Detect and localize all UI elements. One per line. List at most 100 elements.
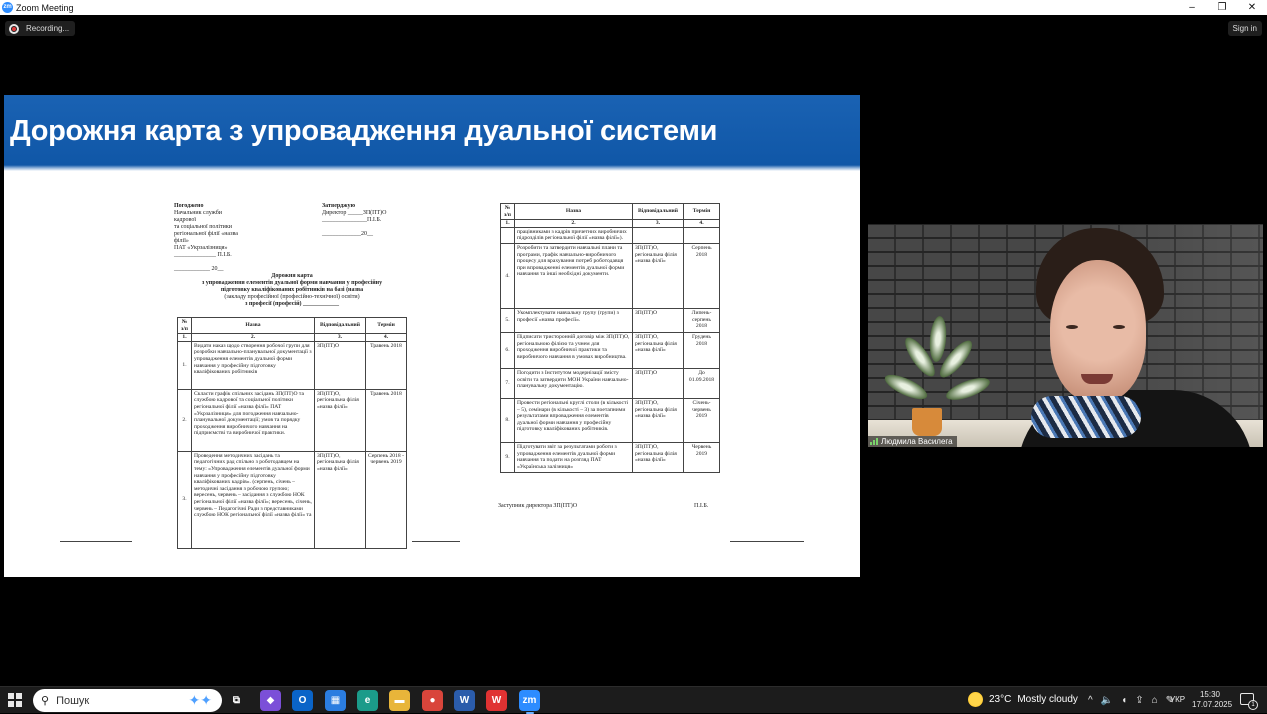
word-icon[interactable]: W bbox=[454, 690, 475, 711]
table-row: 9. Підготувати звіт за результатами робо… bbox=[500, 441, 720, 473]
approved-left-heading: Погоджено bbox=[174, 203, 204, 209]
approved-left-line: та соціальної політики bbox=[174, 224, 232, 230]
maximize-button[interactable]: ❐ bbox=[1207, 0, 1237, 15]
row-name: Укомплектувати навчальну групу (групи) з… bbox=[514, 307, 633, 333]
store-icon[interactable]: ▦ bbox=[325, 690, 346, 711]
task-view-icon[interactable]: ⧉ bbox=[226, 690, 247, 711]
slide-header: Дорожня карта з упровадження дуальної си… bbox=[4, 95, 860, 171]
row-term bbox=[683, 226, 720, 244]
document-title: Дорожня карта bbox=[271, 273, 313, 279]
edge-icon[interactable]: e bbox=[357, 690, 378, 711]
sign-in-button[interactable]: Sign in bbox=[1227, 21, 1262, 36]
microphone-icon[interactable]: ◖ bbox=[1121, 695, 1127, 706]
row-number: 4. bbox=[500, 242, 515, 309]
zoom-logo-icon: zm bbox=[2, 2, 13, 13]
col-header-name: Назва bbox=[191, 316, 315, 335]
col-header-number: № з/п bbox=[500, 202, 515, 221]
row-responsible: ЗП(ПТ)О bbox=[632, 367, 684, 399]
search-label: Пошук bbox=[56, 694, 90, 707]
table-row: 2. Скласти графік спільних засідань ЗП(П… bbox=[177, 388, 407, 452]
slide-title: Дорожня карта з упровадження дуальної си… bbox=[10, 115, 718, 147]
zoom-icon[interactable]: zm bbox=[519, 690, 540, 714]
table-row: 3. Проведення методичних засідань та пед… bbox=[177, 450, 407, 549]
sun-cloud-icon bbox=[968, 692, 983, 707]
participant-video[interactable]: Людмила Василега bbox=[868, 224, 1263, 447]
row-term: Травень 2018 bbox=[365, 340, 407, 390]
approved-left-line: ______________ П.І.Б. bbox=[174, 252, 232, 258]
page-divider-line bbox=[412, 541, 460, 542]
row-name: Розробити та затвердити навчальні плани … bbox=[514, 242, 633, 309]
wps-icon[interactable]: W bbox=[486, 690, 507, 711]
weather-widget[interactable]: 23°C Mostly cloudy bbox=[968, 692, 1078, 707]
col-number: 2. bbox=[191, 333, 315, 342]
table-row: 8. Провести регіональні круглі столи (в … bbox=[500, 397, 720, 443]
col-number: 2. bbox=[514, 219, 633, 228]
person-eye bbox=[1066, 325, 1078, 329]
row-term: Червень 2019 bbox=[683, 441, 720, 473]
row-term: Травень 2018 bbox=[365, 388, 407, 452]
row-responsible: ЗП(ПТ)О bbox=[632, 307, 684, 333]
approved-left-line: регіональної філії «назва філії» bbox=[174, 231, 238, 244]
network-icon[interactable]: ⌂ bbox=[1152, 695, 1158, 706]
volume-icon[interactable]: 🔈 bbox=[1101, 695, 1113, 706]
signal-strength-icon bbox=[870, 438, 878, 445]
row-number: 3. bbox=[177, 450, 192, 549]
row-term: Серпень 2018 - червень 2019 bbox=[365, 450, 407, 549]
window-titlebar: zm Zoom Meeting – ❐ ✕ bbox=[0, 0, 1267, 15]
recording-indicator[interactable]: Recording... bbox=[5, 21, 76, 36]
minimize-button[interactable]: – bbox=[1177, 0, 1207, 15]
clock-time: 15:30 bbox=[1199, 690, 1221, 699]
shared-screen-slide: Дорожня карта з упровадження дуальної си… bbox=[4, 95, 860, 577]
approved-right-block: Затверджую Директор _____ЗП(ПТ)О _______… bbox=[322, 203, 412, 238]
power-icon[interactable]: ⇪ bbox=[1135, 695, 1143, 706]
plant-pot bbox=[912, 408, 942, 436]
table-row: 6. Підписати тристоронній договір між ЗП… bbox=[500, 331, 720, 369]
copilot-icon[interactable]: ◆ bbox=[260, 690, 281, 711]
search-icon: ⚲ bbox=[41, 695, 50, 707]
row-number: 8. bbox=[500, 397, 515, 443]
row-term: Січень-червень 2019 bbox=[683, 397, 720, 443]
table-row: 4. Розробити та затвердити навчальні пла… bbox=[500, 242, 720, 309]
window-controls: – ❐ ✕ bbox=[1177, 0, 1267, 15]
approved-left-block: Погоджено Начальник служби кадрової та с… bbox=[174, 203, 240, 273]
page-divider-line bbox=[730, 541, 804, 542]
row-name: Видати наказ щодо створення робочої груп… bbox=[191, 340, 315, 390]
person-mouth bbox=[1081, 374, 1113, 384]
row-responsible: ЗП(ПТ)О, регіональна філія «назва філії» bbox=[632, 331, 684, 369]
col-header-term: Термін bbox=[365, 316, 407, 335]
participant-name-tag: Людмила Василега bbox=[868, 436, 957, 447]
language-indicator[interactable]: УКР bbox=[1170, 695, 1185, 704]
windows-taskbar: ⚲ Пошук ✦✦ ⧉ ◆ O ▦ e ▬ ● W Wzm 23°C Mostly cloud… bbox=[0, 686, 1267, 714]
document-title-block: Дорожня карта з упровадження елементів д… bbox=[176, 273, 408, 308]
document-subtitle-line: з професії (професій) ____________ bbox=[244, 301, 340, 307]
outlook-icon[interactable]: O bbox=[292, 690, 313, 711]
row-name: Підготувати звіт за результатами роботи … bbox=[514, 441, 633, 473]
clock[interactable]: 15:30 17.07.2025 bbox=[1192, 690, 1232, 710]
col-header-term: Термін bbox=[683, 202, 720, 221]
row-name: Підписати тристоронній договір між ЗП(ПТ… bbox=[514, 331, 633, 369]
close-button[interactable]: ✕ bbox=[1237, 0, 1267, 15]
row-number bbox=[500, 226, 515, 244]
person-scarf bbox=[1031, 396, 1141, 438]
notification-count: 1 bbox=[1248, 700, 1258, 710]
document-subtitle-line: підготовку кваліфікованих робітників на … bbox=[220, 287, 364, 293]
file-explorer-icon[interactable]: ▬ bbox=[389, 690, 410, 711]
row-responsible: ЗП(ПТ)О, регіональна філія «назва філії» bbox=[632, 441, 684, 473]
row-term: Серпень 2018 bbox=[683, 242, 720, 309]
row-number: 1. bbox=[177, 340, 192, 390]
row-term: Липень-серпень 2018 bbox=[683, 307, 720, 333]
show-hidden-icons-icon[interactable]: ^ bbox=[1088, 695, 1093, 706]
row-number: 6. bbox=[500, 331, 515, 369]
approved-right-line: _______________П.І.Б. bbox=[322, 217, 382, 223]
col-number: 4. bbox=[365, 333, 407, 342]
col-number: 3. bbox=[632, 219, 684, 228]
row-name: Погодити з Інститутом модернізації зміст… bbox=[514, 367, 633, 399]
col-header-responsible: Відповідальний bbox=[632, 202, 684, 221]
chrome-icon[interactable]: ● bbox=[422, 690, 443, 711]
page-divider-line bbox=[60, 541, 132, 542]
row-number: 9. bbox=[500, 441, 515, 473]
start-button[interactable] bbox=[8, 693, 22, 707]
row-responsible: ЗП(ПТ)О, регіональна філія «назва філії» bbox=[632, 397, 684, 443]
window-title: Zoom Meeting bbox=[16, 2, 74, 13]
taskbar-search[interactable]: ⚲ Пошук ✦✦ bbox=[33, 689, 222, 712]
